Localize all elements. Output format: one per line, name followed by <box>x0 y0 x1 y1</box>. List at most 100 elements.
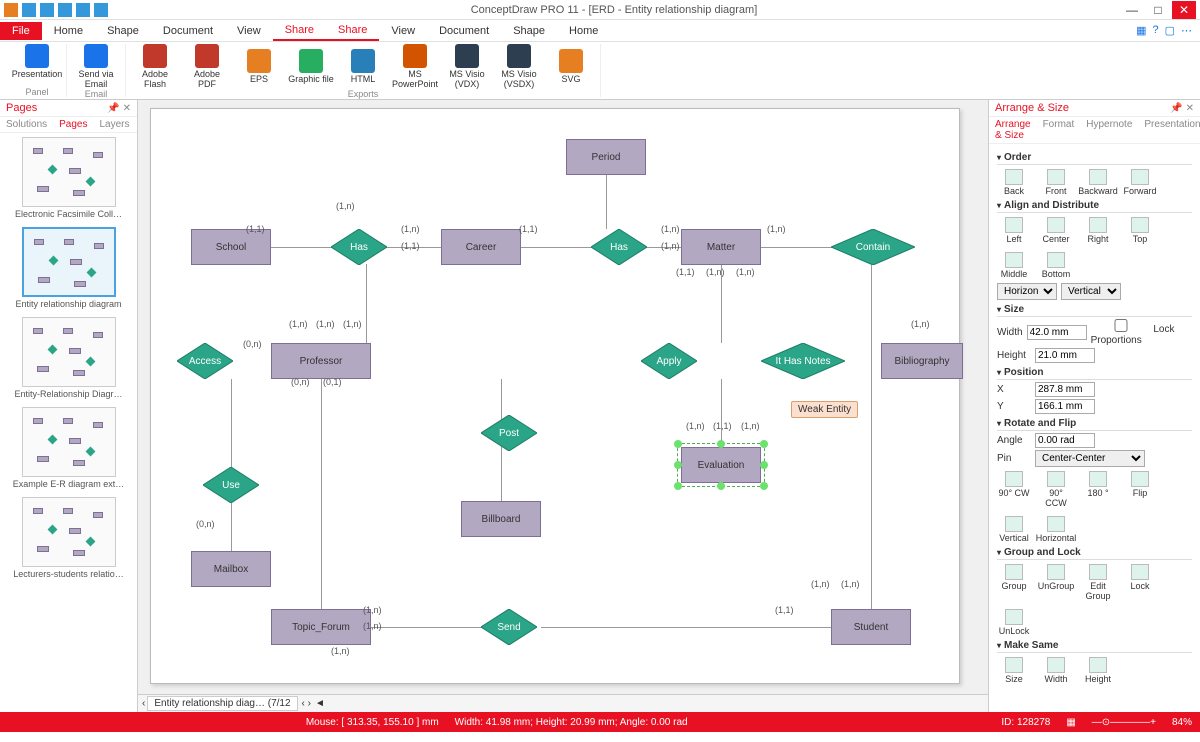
group-unlock[interactable]: UnLock <box>997 609 1031 636</box>
align-center[interactable]: Center <box>1039 217 1073 244</box>
page-thumb[interactable]: Example E-R diagram ext… <box>4 407 133 489</box>
rotate--cw[interactable]: 90° CW <box>997 471 1031 508</box>
align-bottom[interactable]: Bottom <box>1039 252 1073 279</box>
order-back[interactable]: Back <box>997 169 1031 196</box>
pages-tab-layers[interactable]: Layers <box>94 117 136 132</box>
ribbon-tab-home[interactable]: Home <box>557 22 610 40</box>
section-group-and-lock[interactable]: Group and Lock <box>997 547 1192 560</box>
qat-preview-icon[interactable] <box>94 3 108 17</box>
doc-tab-nav[interactable]: ‹ › <box>302 698 311 709</box>
group-lock[interactable]: Lock <box>1123 564 1157 601</box>
maximize-button[interactable]: □ <box>1146 1 1170 19</box>
relation-send[interactable]: Send <box>481 609 537 645</box>
makesame-width[interactable]: Width <box>1039 657 1073 684</box>
presentation-mode-icon[interactable]: ▦ <box>1136 24 1146 37</box>
order-forward[interactable]: Forward <box>1123 169 1157 196</box>
page-thumb[interactable]: Electronic Facsimile Coll… <box>4 137 133 219</box>
makesame-size[interactable]: Size <box>997 657 1031 684</box>
entity-topic[interactable]: Topic_Forum <box>271 609 371 645</box>
doc-tab[interactable]: Entity relationship diag… (7/12 <box>147 696 297 711</box>
page-thumb[interactable]: Entity relationship diagram <box>4 227 133 309</box>
rp-tab-format[interactable]: Format <box>1037 117 1081 143</box>
section-size[interactable]: Size <box>997 304 1192 317</box>
group-edit-group[interactable]: Edit Group <box>1081 564 1115 601</box>
ribbon-btn-eps[interactable]: EPS <box>236 44 282 89</box>
ribbon-tab-share[interactable]: Share <box>326 21 379 41</box>
align-vertical-select[interactable]: Vertical <box>1061 283 1121 300</box>
ribbon-tab-document[interactable]: Document <box>427 22 501 40</box>
section-make-same[interactable]: Make Same <box>997 640 1192 653</box>
ribbon-btn-graphic-file[interactable]: Graphic file <box>288 44 334 89</box>
zoom-slider[interactable]: —⊙————+ <box>1092 717 1156 728</box>
ribbon-tab-shape[interactable]: Shape <box>501 22 557 40</box>
relation-use[interactable]: Use <box>203 467 259 503</box>
angle-input[interactable] <box>1035 433 1095 448</box>
minimize-button[interactable]: ― <box>1120 1 1144 19</box>
entity-student[interactable]: Student <box>831 609 911 645</box>
rotate-vertical[interactable]: Vertical <box>997 516 1031 543</box>
rotate-flip[interactable]: Flip <box>1123 471 1157 508</box>
relation-has1[interactable]: Has <box>331 229 387 265</box>
rotate-horizontal[interactable]: Horizontal <box>1039 516 1073 543</box>
align-right[interactable]: Right <box>1081 217 1115 244</box>
ribbon-btn-ms-visio-(vsdx)[interactable]: MS Visio (VSDX) <box>496 44 542 89</box>
doc-tab-prev[interactable]: ‹ <box>142 698 145 709</box>
ribbon-btn-adobe-pdf[interactable]: Adobe PDF <box>184 44 230 89</box>
qat-new-icon[interactable] <box>4 3 18 17</box>
order-front[interactable]: Front <box>1039 169 1073 196</box>
entity-school[interactable]: School <box>191 229 271 265</box>
section-rotate-and-flip[interactable]: Rotate and Flip <box>997 418 1192 431</box>
selection-handles[interactable] <box>677 443 765 487</box>
pos-y-input[interactable] <box>1035 399 1095 414</box>
ribbon-btn-svg[interactable]: SVG <box>548 44 594 89</box>
relation-post[interactable]: Post <box>481 415 537 451</box>
page-thumb[interactable]: Entity-Relationship Diagr… <box>4 317 133 399</box>
entity-period[interactable]: Period <box>566 139 646 175</box>
section-order[interactable]: Order <box>997 152 1192 165</box>
ribbon-btn-adobe-flash[interactable]: Adobe Flash <box>132 44 178 89</box>
ribbon-btn-html[interactable]: HTML <box>340 44 386 89</box>
ribbon-btn-presentation[interactable]: Presentation <box>14 44 60 79</box>
rp-tab-arrange-size[interactable]: Arrange & Size <box>989 117 1037 143</box>
ribbon-min-icon[interactable]: ▢ <box>1165 24 1175 37</box>
order-backward[interactable]: Backward <box>1081 169 1115 196</box>
group-group[interactable]: Group <box>997 564 1031 601</box>
panel-pin-icon[interactable]: 📌 ✕ <box>107 103 131 114</box>
section-position[interactable]: Position <box>997 367 1192 380</box>
entity-billboard[interactable]: Billboard <box>461 501 541 537</box>
pos-x-input[interactable] <box>1035 382 1095 397</box>
align-horizontal-select[interactable]: Horizontal <box>997 283 1057 300</box>
lock-proportions-checkbox[interactable] <box>1091 319 1151 332</box>
size-width-input[interactable] <box>1027 325 1087 340</box>
rp-tab-hypernote[interactable]: Hypernote <box>1080 117 1138 143</box>
close-button[interactable]: ✕ <box>1172 1 1196 19</box>
pages-tab-pages[interactable]: Pages <box>53 117 93 132</box>
align-top[interactable]: Top <box>1123 217 1157 244</box>
ribbon-tab-home[interactable]: Home <box>42 22 95 40</box>
section-align-and-distribute[interactable]: Align and Distribute <box>997 200 1192 213</box>
pin-select[interactable]: Center-Center <box>1035 450 1145 467</box>
entity-professor[interactable]: Professor <box>271 343 371 379</box>
size-height-input[interactable] <box>1035 348 1095 363</box>
ribbon-tab-document[interactable]: Document <box>151 22 225 40</box>
relation-apply[interactable]: Apply <box>641 343 697 379</box>
entity-career[interactable]: Career <box>441 229 521 265</box>
pages-tab-solutions[interactable]: Solutions <box>0 117 53 132</box>
canvas[interactable]: PeriodSchoolCareerMatterProfessorBibliog… <box>138 100 988 694</box>
ribbon-btn-ms-powerpoint[interactable]: MS PowerPoint <box>392 44 438 89</box>
ribbon-opts-icon[interactable]: ⋯ <box>1181 24 1192 37</box>
entity-bibliography[interactable]: Bibliography <box>881 343 963 379</box>
qat-redo-icon[interactable] <box>58 3 72 17</box>
relation-has2[interactable]: Has <box>591 229 647 265</box>
align-left[interactable]: Left <box>997 217 1031 244</box>
relation-access[interactable]: Access <box>177 343 233 379</box>
makesame-height[interactable]: Height <box>1081 657 1115 684</box>
group-ungroup[interactable]: UnGroup <box>1039 564 1073 601</box>
page-thumb[interactable]: Lecturers-students relatio… <box>4 497 133 579</box>
status-grid-icon[interactable]: ▦ <box>1066 717 1075 728</box>
relation-ithas[interactable]: It Has Notes <box>761 343 845 379</box>
entity-mailbox[interactable]: Mailbox <box>191 551 271 587</box>
qat-undo-icon[interactable] <box>40 3 54 17</box>
file-tab[interactable]: File <box>0 22 42 40</box>
rotate--ccw[interactable]: 90° CCW <box>1039 471 1073 508</box>
